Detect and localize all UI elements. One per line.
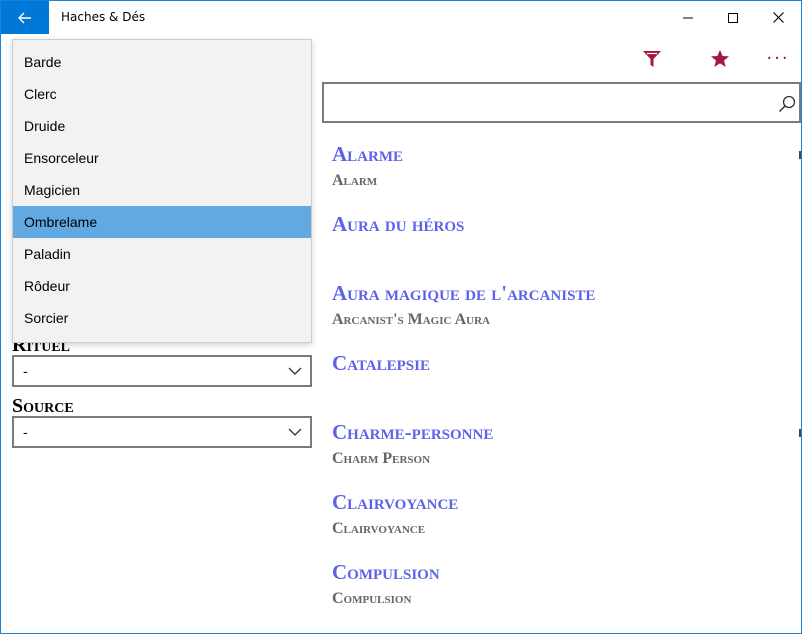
search-icon[interactable] (777, 94, 797, 114)
filter-button[interactable] (632, 41, 672, 77)
spell-name: Aura magique de l'arcaniste (332, 281, 596, 306)
back-button[interactable] (1, 1, 49, 34)
chevron-down-icon (288, 428, 302, 436)
dropdown-item-rodeur[interactable]: Rôdeur (13, 270, 311, 302)
spell-name: Catalepsie (332, 350, 430, 375)
maximize-icon (728, 12, 738, 23)
close-icon (772, 12, 784, 23)
spell-item-charme-personne[interactable]: Charme-personne Charm Person (332, 419, 792, 489)
class-dropdown-list: Barde Clerc Druide Ensorceleur Magicien … (12, 39, 312, 343)
spell-subtitle: Clairvoyance (332, 519, 426, 537)
window-title: Haches & Dés (61, 10, 146, 24)
spell-name: Aura du héros (332, 211, 465, 236)
filter-icon (643, 51, 661, 67)
spell-name: Charme-personne (332, 420, 494, 445)
search-box[interactable] (322, 82, 801, 123)
more-button[interactable]: ··· (758, 41, 798, 77)
spell-item-compulsion[interactable]: Compulsion Compulsion (332, 559, 792, 629)
dropdown-item-barde[interactable]: Barde (13, 46, 311, 78)
dropdown-item-paladin[interactable]: Paladin (13, 238, 311, 270)
close-button[interactable] (755, 1, 801, 34)
source-value: - (23, 424, 28, 440)
spell-name: Alarme (332, 142, 403, 166)
chevron-down-icon (288, 367, 302, 375)
more-icon: ··· (766, 48, 790, 69)
dropdown-item-ombrelame[interactable]: Ombrelame (13, 206, 311, 238)
minimize-icon (683, 17, 693, 18)
source-label: Source (12, 395, 74, 417)
spell-item-aura-du-heros[interactable]: Aura du héros (332, 211, 792, 281)
arrow-left-icon (18, 12, 31, 23)
ritual-combobox[interactable]: - (12, 355, 312, 387)
spell-item-alarme[interactable]: Alarme Alarm (332, 141, 792, 211)
dropdown-item-sorcier[interactable]: Sorcier (13, 302, 311, 334)
spell-list: Alarme Alarm Aura du héros Aura magique … (332, 141, 792, 628)
favorite-button[interactable] (700, 41, 740, 77)
spell-name: Clairvoyance (332, 489, 459, 514)
dropdown-item-clerc[interactable]: Clerc (13, 78, 311, 110)
app-window: Haches & Dés ··· Alarme Alarm Aura du hé… (0, 0, 802, 634)
search-input[interactable] (328, 88, 768, 117)
title-bar: Haches & Dés (1, 1, 801, 34)
spell-name: Compulsion (332, 559, 440, 584)
spell-subtitle: Arcanist's Magic Aura (332, 311, 490, 329)
spell-subtitle: Compulsion (332, 589, 412, 607)
ritual-value: - (23, 363, 28, 379)
dropdown-item-magicien[interactable]: Magicien (13, 174, 311, 206)
edge-mark (799, 429, 801, 437)
spell-item-aura-magique[interactable]: Aura magique de l'arcaniste Arcanist's M… (332, 280, 792, 350)
spell-item-clairvoyance[interactable]: Clairvoyance Clairvoyance (332, 489, 792, 559)
spell-item-catalepsie[interactable]: Catalepsie (332, 350, 792, 420)
edge-mark (799, 151, 801, 159)
star-icon (711, 50, 729, 67)
maximize-button[interactable] (710, 1, 756, 34)
dropdown-item-druide[interactable]: Druide (13, 110, 311, 142)
spell-subtitle: Alarm (332, 172, 378, 189)
minimize-button[interactable] (665, 1, 711, 34)
dropdown-item-ensorceleur[interactable]: Ensorceleur (13, 142, 311, 174)
source-combobox[interactable]: - (12, 416, 312, 448)
spell-subtitle: Charm Person (332, 450, 431, 468)
